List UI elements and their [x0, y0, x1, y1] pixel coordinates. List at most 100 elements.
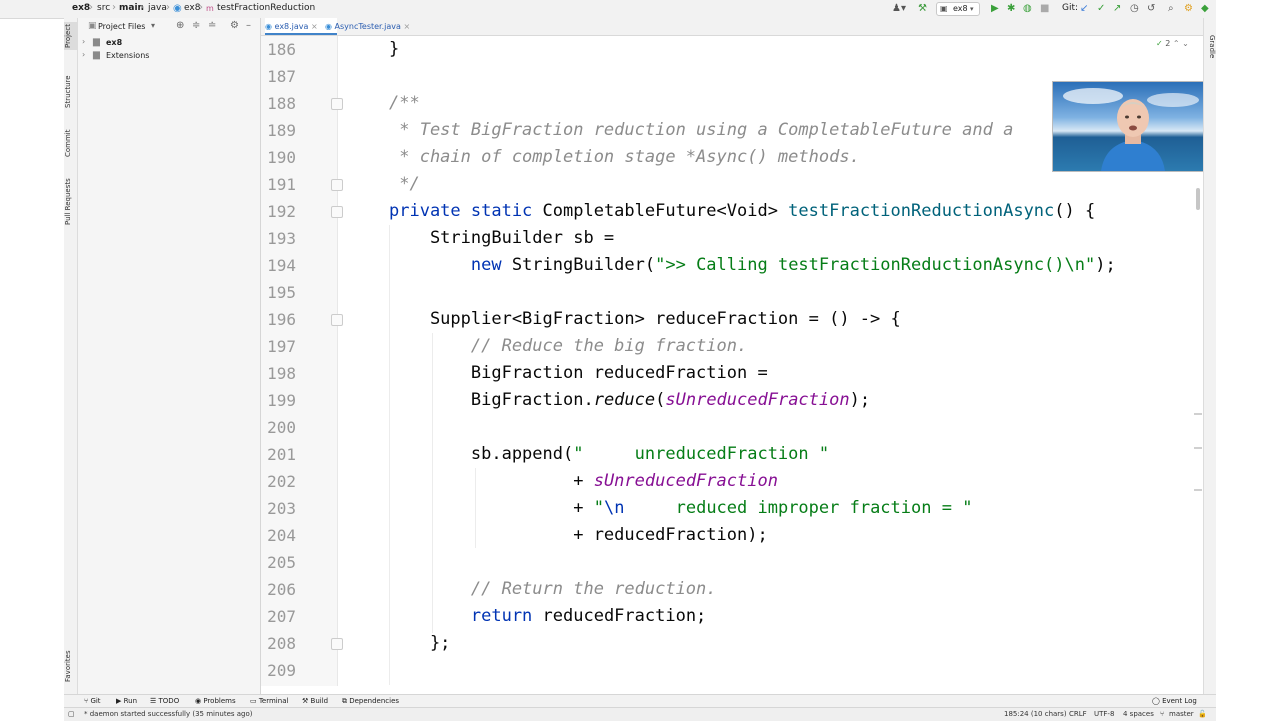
chevron-right-icon[interactable]: ›: [82, 37, 85, 46]
build-hammer-icon[interactable]: ⚒: [918, 3, 927, 15]
code-token: testFractionReductionAsync: [788, 201, 1055, 221]
tab-commit[interactable]: Commit: [64, 124, 77, 162]
tab-gradle[interactable]: Gradle: [1203, 34, 1216, 60]
inspection-widget[interactable]: ✓ 2 ⌃ ⌄: [1156, 39, 1189, 48]
locate-icon[interactable]: ⊕: [176, 20, 184, 31]
scrollbar-marker[interactable]: [1194, 413, 1202, 415]
history-icon[interactable]: ◷: [1130, 3, 1139, 15]
lock-icon[interactable]: 🔓: [1198, 708, 1207, 721]
fold-marker[interactable]: [331, 179, 343, 191]
tab-asynctester-java[interactable]: ◉ AsyncTester.java ×: [325, 18, 413, 35]
breadcrumb-src[interactable]: src: [97, 3, 110, 13]
code-token: " unreducedFraction ": [573, 444, 830, 464]
tool-label: Build: [310, 697, 329, 705]
folder-icon: ▆: [93, 50, 100, 60]
tool-dependencies[interactable]: ⧉ Dependencies: [342, 695, 399, 707]
git-push-icon[interactable]: ↗: [1113, 3, 1121, 15]
expand-all-icon[interactable]: ≑: [192, 20, 200, 31]
run-icon[interactable]: ▶: [991, 3, 999, 15]
layout-icon[interactable]: ▢: [68, 708, 75, 721]
chevron-up-icon[interactable]: ⌃: [1173, 39, 1180, 48]
collapse-all-icon[interactable]: ≐: [208, 20, 216, 31]
code-token: BigFraction.: [389, 390, 594, 410]
line-number: 193: [267, 229, 296, 248]
breadcrumb-project[interactable]: ex8: [72, 3, 90, 13]
tab-pull-requests[interactable]: Pull Requests: [64, 174, 77, 230]
tool-build[interactable]: ⚒ Build: [302, 695, 328, 707]
tool-label: TODO: [158, 697, 180, 705]
breadcrumb-java[interactable]: java: [148, 3, 167, 13]
status-message[interactable]: * daemon started successfully (35 minute…: [84, 708, 253, 721]
coverage-icon[interactable]: ◍: [1023, 3, 1032, 15]
line-number: 202: [267, 472, 296, 491]
fold-marker[interactable]: [331, 314, 343, 326]
code-token: CompletableFuture<Void>: [542, 201, 789, 221]
line-number: 187: [267, 67, 296, 86]
gear-icon[interactable]: ⚙: [230, 20, 239, 31]
user-icon[interactable]: ♟▾: [892, 3, 906, 15]
stop-icon[interactable]: ■: [1040, 3, 1049, 15]
tool-label: Event Log: [1162, 697, 1197, 705]
scrollbar-thumb[interactable]: [1196, 188, 1200, 210]
debug-icon[interactable]: ✱: [1007, 3, 1015, 15]
fold-marker[interactable]: [331, 206, 343, 218]
file-encoding[interactable]: UTF-8: [1094, 708, 1114, 721]
tab-structure[interactable]: Structure: [64, 70, 77, 114]
code-line: BigFraction.reduce(sUnreducedFraction);: [389, 387, 870, 414]
close-icon[interactable]: ×: [311, 22, 318, 31]
scrollbar-marker[interactable]: [1194, 489, 1202, 491]
tool-label: Terminal: [258, 697, 289, 705]
plugin-icon[interactable]: ◆: [1201, 3, 1209, 15]
minimize-icon[interactable]: –: [246, 20, 251, 31]
indent-setting[interactable]: 4 spaces: [1123, 708, 1154, 721]
code-token: testFractionReductionAsync(): [777, 255, 1065, 275]
settings-icon[interactable]: ⚙: [1184, 3, 1193, 15]
tree-item-extensions[interactable]: › ▆ Extensions: [82, 50, 252, 62]
rollback-icon[interactable]: ↺: [1147, 3, 1155, 15]
line-number: 195: [267, 283, 296, 302]
tool-event-log[interactable]: ◯ Event Log: [1152, 695, 1197, 707]
tab-favorites[interactable]: Favorites: [64, 644, 77, 688]
breadcrumb-separator: ›: [166, 2, 170, 13]
chevron-down-icon[interactable]: ▾: [151, 21, 155, 30]
line-number: 189: [267, 121, 296, 140]
line-number: 201: [267, 445, 296, 464]
check-icon: ✓: [1156, 39, 1163, 48]
code-token: reducedFraction;: [542, 606, 707, 626]
right-tool-stripe: [1203, 18, 1217, 694]
chevron-down-icon[interactable]: ⌄: [1182, 39, 1189, 48]
code-line: */: [389, 174, 420, 194]
git-branch[interactable]: master: [1169, 708, 1194, 721]
tool-terminal[interactable]: ▭ Terminal: [250, 695, 288, 707]
code-line: + "\n reduced improper fraction = ": [389, 495, 972, 522]
git-commit-icon[interactable]: ✓: [1097, 3, 1105, 15]
tool-problems[interactable]: ◉ Problems: [195, 695, 236, 707]
presenter-image: [1063, 88, 1199, 171]
tool-run[interactable]: ▶ Run: [116, 695, 137, 707]
breadcrumb-method[interactable]: testFractionReduction: [217, 3, 315, 13]
code-token: reduce: [593, 390, 656, 410]
git-branch-icon: ⑂: [1160, 710, 1165, 718]
tool-label: Problems: [203, 697, 236, 705]
search-icon[interactable]: ⌕: [1168, 3, 1174, 15]
scrollbar-marker[interactable]: [1194, 447, 1202, 449]
run-config-select[interactable]: ▣ ex8 ▾: [936, 2, 980, 16]
project-panel-title[interactable]: Project Files: [98, 22, 145, 31]
code-token: );: [1095, 255, 1116, 275]
git-update-icon[interactable]: ↙: [1080, 3, 1088, 15]
breadcrumb-class[interactable]: ex8: [184, 3, 200, 13]
close-icon[interactable]: ×: [403, 22, 410, 31]
fold-marker[interactable]: [331, 98, 343, 110]
tool-todo[interactable]: ☰ TODO: [150, 695, 179, 707]
line-number: 188: [267, 94, 296, 113]
tab-project[interactable]: Project: [64, 22, 77, 50]
code-token: \n: [603, 498, 625, 518]
editor-tab-bar: ◉ ex8.java × ◉ AsyncTester.java ×: [261, 18, 1203, 36]
fold-marker[interactable]: [331, 638, 343, 650]
tool-git[interactable]: ⑂ Git: [84, 695, 101, 707]
cursor-position[interactable]: 185:24 (10 chars): [1004, 708, 1067, 721]
tree-item-ex8[interactable]: › ▆ ex8: [82, 37, 252, 49]
chevron-right-icon[interactable]: ›: [82, 50, 85, 59]
git-label: Git:: [1062, 3, 1079, 13]
line-separator[interactable]: CRLF: [1069, 708, 1087, 721]
